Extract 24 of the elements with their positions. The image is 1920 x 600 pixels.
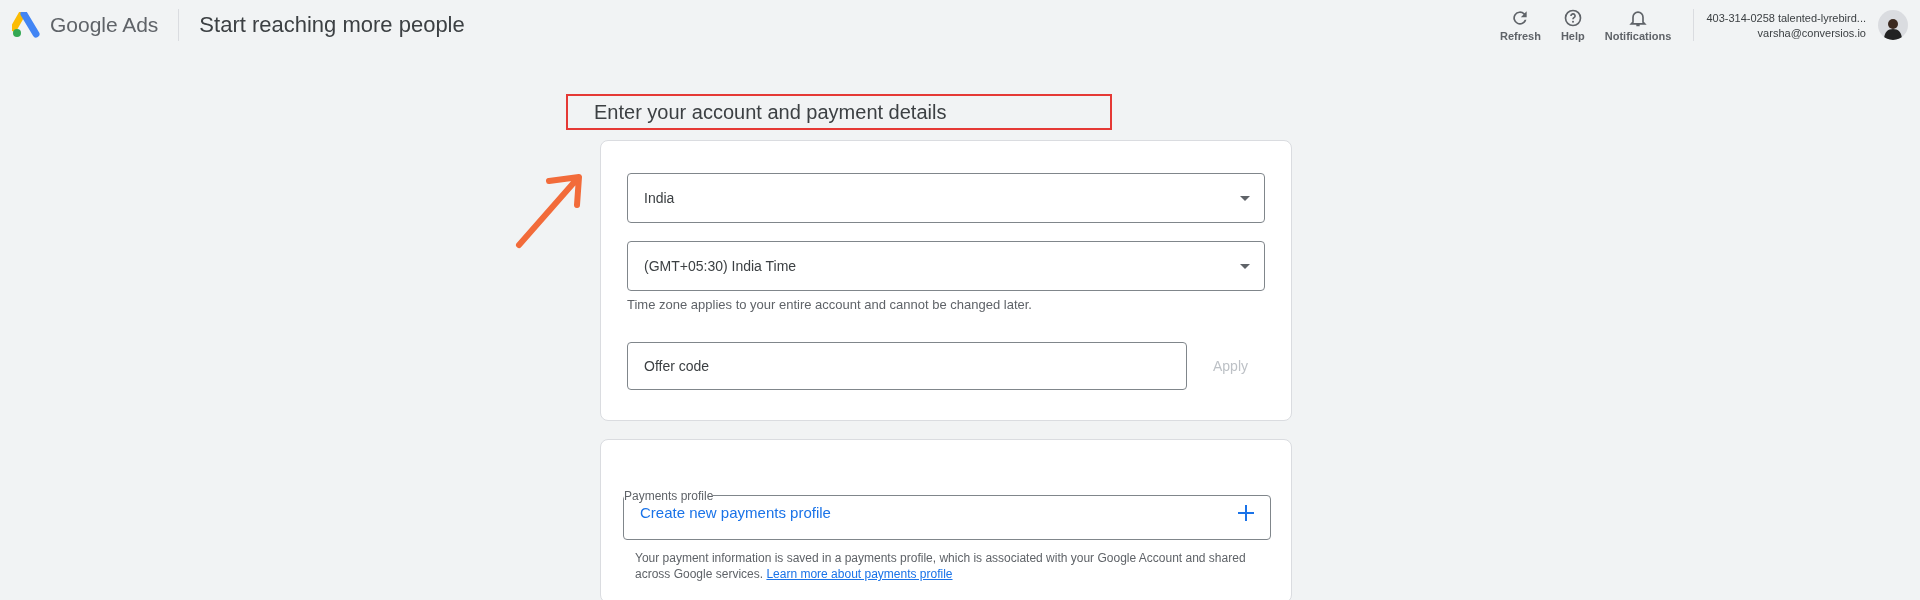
logo-icon: [12, 12, 40, 38]
page-title: Start reaching more people: [199, 12, 465, 38]
learn-more-link[interactable]: Learn more about payments profile: [766, 567, 953, 581]
plus-icon[interactable]: [1238, 504, 1254, 521]
help-icon: [1562, 8, 1583, 28]
help-button[interactable]: Help: [1554, 8, 1591, 42]
timezone-select[interactable]: (GMT+05:30) India Time: [627, 241, 1265, 291]
refresh-button[interactable]: Refresh: [1493, 8, 1547, 42]
account-id: 403-314-0258 talented-lyrebird...: [1706, 11, 1866, 24]
payments-note: Your payment information is saved in a payments profile, which is associated with your Google Account and shared across Google services. Learn more about payments profile: [635, 550, 1247, 582]
bell-icon: [1628, 8, 1649, 28]
offer-code-field[interactable]: Offer code: [627, 342, 1187, 390]
country-select[interactable]: India: [627, 173, 1265, 223]
product-name: Ads: [122, 13, 159, 36]
brand-name: Google: [50, 13, 118, 36]
avatar[interactable]: [1878, 10, 1908, 40]
dropdown-caret-icon: [1240, 195, 1250, 201]
section-title: Enter your account and payment details: [594, 100, 947, 124]
timezone-hint: Time zone applies to your entire account and cannot be changed later.: [627, 297, 1033, 312]
account-email: varsha@conversios.io: [1757, 26, 1866, 39]
notifications-button[interactable]: Notifications: [1598, 8, 1678, 42]
field-label: Payments profile: [624, 489, 714, 503]
dropdown-caret-icon: [1240, 263, 1250, 269]
create-profile-link[interactable]: Create new payments profile: [640, 504, 831, 521]
